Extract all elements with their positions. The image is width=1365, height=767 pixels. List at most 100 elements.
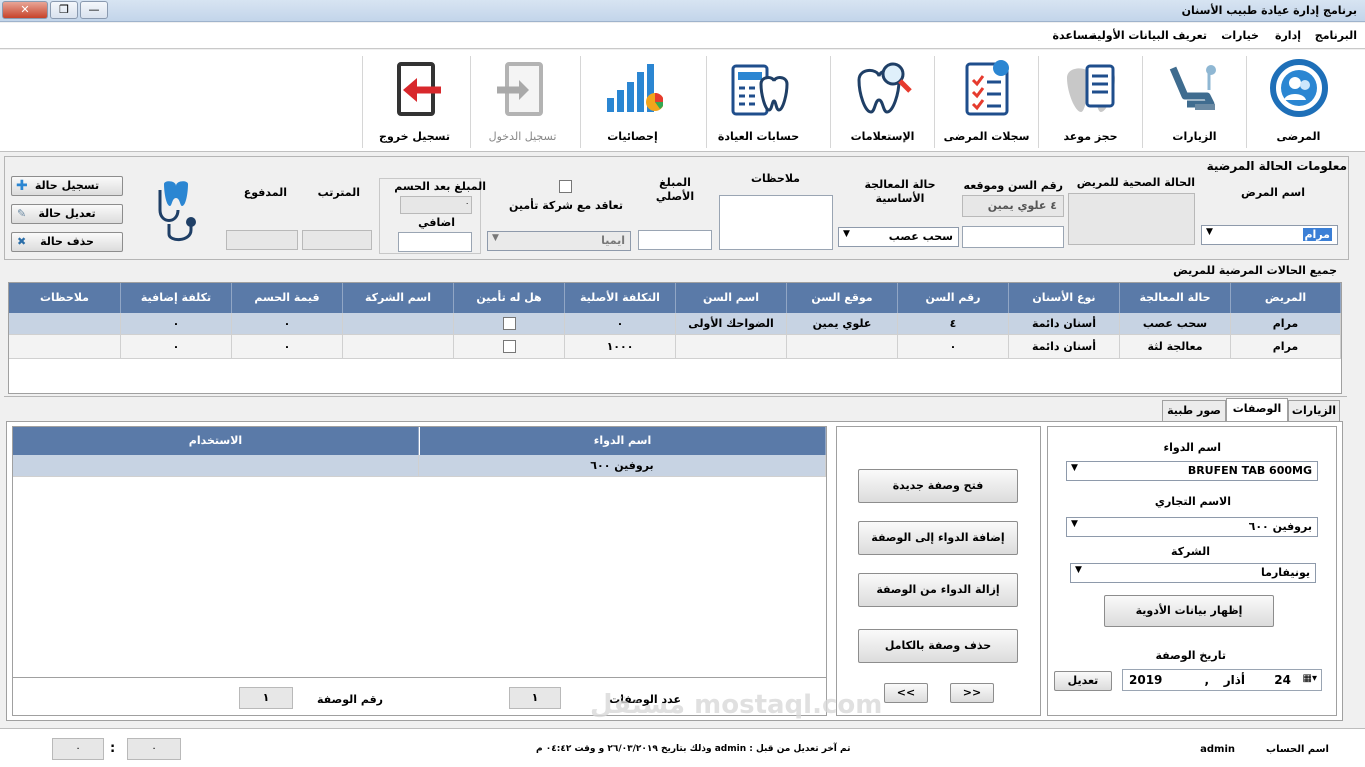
cell: مرام bbox=[1231, 335, 1341, 359]
health-status-label: الحالة الصحية للمريض bbox=[1076, 176, 1195, 189]
patient-name-value: مرام bbox=[1302, 228, 1332, 241]
original-amount-label: المبلغ الأصلي bbox=[655, 176, 695, 203]
prescription-date-picker[interactable]: ▦▾ 24 أذار , 2019 bbox=[1122, 669, 1322, 691]
tool-records[interactable]: سجلات المرضى bbox=[934, 56, 1038, 148]
cell bbox=[343, 335, 454, 359]
after-discount-label: المبلغ بعد الحسم bbox=[394, 180, 486, 193]
insurance-company-combo[interactable]: ▼ ايميا bbox=[487, 231, 631, 251]
minimize-button[interactable]: — bbox=[80, 1, 108, 19]
remaining-field[interactable] bbox=[302, 230, 372, 250]
edit-case-button[interactable]: ✎ تعديل حالة bbox=[11, 204, 123, 224]
tool-patients[interactable]: المرضى bbox=[1246, 56, 1350, 148]
trade-name-combo[interactable]: ▼ بروفين ٦٠٠ bbox=[1066, 517, 1318, 537]
clock-field-a: ٠ bbox=[52, 738, 104, 760]
col-teeth-type: نوع الأسنان bbox=[1009, 283, 1120, 313]
tool-inquiries[interactable]: الإستعلامات bbox=[830, 56, 934, 148]
cell bbox=[787, 335, 898, 359]
statistics-icon bbox=[607, 64, 663, 112]
tool-appointment[interactable]: حجز موعد bbox=[1038, 56, 1142, 148]
cell: ٠ bbox=[232, 335, 343, 359]
paid-field[interactable] bbox=[226, 230, 298, 250]
tool-label: حجز موعد bbox=[1063, 130, 1118, 143]
patients-icon bbox=[1270, 59, 1328, 117]
show-drug-data-button[interactable]: إظهار بيانات الأدوية bbox=[1104, 595, 1274, 627]
tab-prescriptions[interactable]: الوصفات bbox=[1226, 398, 1288, 422]
notes-field[interactable] bbox=[719, 195, 833, 250]
treatment-combo[interactable]: ▼ سحب عصب bbox=[838, 227, 959, 247]
add-case-button[interactable]: ✚ تسجيل حالة bbox=[11, 176, 123, 196]
col-tooth-position: موقع السن bbox=[787, 283, 898, 313]
insured-checkbox[interactable] bbox=[502, 317, 516, 330]
prescription-count-field: ١ bbox=[509, 687, 561, 709]
drug-combo[interactable]: ▼ BRUFEN TAB 600MG bbox=[1066, 461, 1318, 481]
cell: علوي يمين bbox=[787, 313, 898, 335]
cell bbox=[9, 313, 121, 335]
tool-label: المرضى bbox=[1276, 130, 1321, 143]
insurance-checkbox[interactable] bbox=[559, 180, 572, 193]
tab-medical-images[interactable]: صور طبية bbox=[1162, 400, 1226, 421]
prescription-actions: فتح وصفة جديدة إضافة الدواء إلى الوصفة إ… bbox=[836, 426, 1041, 716]
tooth-value: ٤ علوي يمين bbox=[987, 199, 1057, 212]
tooth-field[interactable]: ٤ علوي يمين bbox=[962, 195, 1064, 217]
tool-accounts[interactable]: حسابات العيادة bbox=[706, 56, 810, 148]
status-bar: اسم الحساب admin تم آخر تعديل من قبل : a… bbox=[0, 728, 1365, 767]
menu-manage[interactable]: إدارة bbox=[1275, 29, 1301, 42]
date-month: أذار bbox=[1223, 673, 1245, 687]
cell: سحب عصب bbox=[1120, 313, 1231, 335]
patient-name-combo[interactable]: ▼ مرام bbox=[1201, 225, 1338, 245]
menu-options[interactable]: خيارات bbox=[1221, 29, 1259, 42]
tool-label: سجلات المرضى bbox=[943, 130, 1030, 143]
menu-help[interactable]: مساعدة bbox=[1053, 29, 1096, 42]
tool-logout[interactable]: تسجيل خروج bbox=[362, 56, 466, 148]
prescription-number-label: رقم الوصفة bbox=[316, 693, 383, 706]
extra-field[interactable] bbox=[398, 232, 472, 252]
cell bbox=[454, 313, 565, 335]
new-prescription-button[interactable]: فتح وصفة جديدة bbox=[858, 469, 1018, 503]
maximize-button[interactable]: ❐ bbox=[50, 1, 78, 19]
col-company: اسم الشركة bbox=[343, 283, 454, 313]
tool-login[interactable]: تسجيل الدخول bbox=[470, 56, 574, 148]
menu-initial-data[interactable]: تعريف البيانات الأولية bbox=[1091, 29, 1208, 42]
next-prescription-button[interactable]: >> bbox=[950, 683, 994, 703]
col-extra-cost: تكلفة إضافية bbox=[121, 283, 232, 313]
divider bbox=[4, 396, 1347, 398]
cases-table-title: جميع الحالات المرضية للمريض bbox=[1173, 264, 1337, 277]
col-tooth-number: رقم السن bbox=[898, 283, 1009, 313]
insured-checkbox[interactable] bbox=[502, 340, 516, 353]
tool-visits[interactable]: الزيارات bbox=[1142, 56, 1246, 148]
login-icon bbox=[497, 62, 543, 116]
records-icon bbox=[965, 60, 1009, 116]
company-combo[interactable]: ▼ يونيفارما bbox=[1070, 563, 1316, 583]
window-title: برنامج إدارة عيادة طبيب الأسنان bbox=[1181, 4, 1357, 17]
col-tooth-name: اسم السن bbox=[676, 283, 787, 313]
cell: ٠ bbox=[565, 313, 676, 335]
edit-date-button[interactable]: تعديل bbox=[1054, 671, 1112, 691]
remove-drug-button[interactable]: إزالة الدواء من الوصفة bbox=[858, 573, 1018, 607]
insurance-label: تعاقد مع شركة تأمين bbox=[508, 199, 623, 212]
original-amount-field[interactable] bbox=[638, 230, 712, 250]
close-button[interactable]: ✕ bbox=[2, 1, 48, 19]
cell bbox=[676, 335, 787, 359]
after-discount-field[interactable]: ٠ bbox=[400, 196, 472, 214]
prescription-drugs-table: اسم الدواء الاستخدام بروفين ٦٠٠ عدد الوص… bbox=[12, 426, 827, 716]
health-status-field[interactable] bbox=[1068, 193, 1195, 245]
chevron-down-icon: ▼ bbox=[1071, 463, 1078, 473]
add-drug-button[interactable]: إضافة الدواء إلى الوصفة bbox=[858, 521, 1018, 555]
cell: معالجة لثة bbox=[1120, 335, 1231, 359]
tooth-extra-field[interactable] bbox=[962, 226, 1064, 248]
delete-case-button[interactable]: ✖ حذف حالة bbox=[11, 232, 123, 252]
delete-prescription-button[interactable]: حذف وصفة بالكامل bbox=[858, 629, 1018, 663]
col-patient: المريض bbox=[1231, 283, 1341, 313]
tool-label: تسجيل خروج bbox=[379, 130, 450, 143]
tool-label: حسابات العيادة bbox=[717, 130, 800, 143]
company-value: يونيفارما bbox=[1261, 566, 1310, 579]
notes-label: ملاحظات bbox=[751, 172, 800, 185]
tool-statistics[interactable]: إحصائيات bbox=[580, 56, 684, 148]
cell: ٠ bbox=[121, 313, 232, 335]
tab-visits[interactable]: الزيارات bbox=[1288, 400, 1340, 421]
drug-value: BRUFEN TAB 600MG bbox=[1187, 464, 1312, 477]
trade-name-value: بروفين ٦٠٠ bbox=[1248, 520, 1312, 533]
menu-program[interactable]: البرنامج bbox=[1315, 29, 1357, 42]
prev-prescription-button[interactable]: << bbox=[884, 683, 928, 703]
dental-chair-icon bbox=[1169, 65, 1216, 110]
